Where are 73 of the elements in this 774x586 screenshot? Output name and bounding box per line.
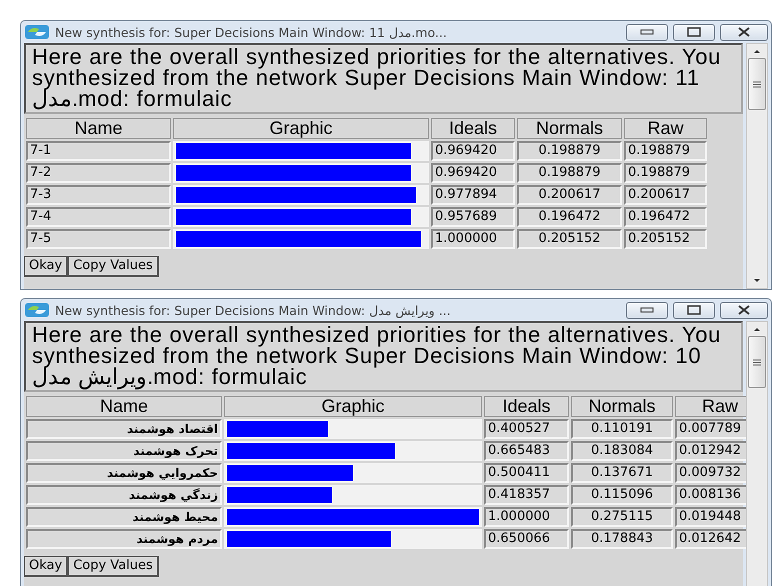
column-header: Name	[26, 396, 222, 417]
normals-cell: 0.205152	[517, 229, 622, 249]
scrollbar[interactable]	[746, 43, 768, 289]
ideals-cell: 0.969420	[431, 163, 515, 183]
message-text: Here are the overall synthesized priorities for the alternatives. You synthesized from the network Super Decisions Main Window: 11 مدل.mod: formulaic	[24, 43, 743, 114]
column-header: Normals	[571, 396, 673, 417]
raw-cell: 0.200617	[624, 185, 707, 205]
column-header: Name	[26, 118, 171, 139]
ideals-cell: 0.957689	[431, 207, 515, 227]
close-button[interactable]	[720, 302, 768, 318]
ideals-cell: 0.500411	[484, 463, 569, 483]
raw-cell: 0.205152	[624, 229, 707, 249]
maximize-icon	[687, 305, 701, 315]
minimize-icon	[640, 29, 654, 35]
close-icon	[737, 305, 751, 315]
raw-cell: 0.198879	[624, 163, 707, 183]
normals-cell: 0.275115	[571, 507, 673, 527]
normals-cell: 0.183084	[571, 441, 673, 461]
name-cell: مردم هوشمند	[26, 529, 222, 549]
column-header: Ideals	[484, 396, 569, 417]
name-cell: 7-5	[26, 229, 171, 249]
scrollbar[interactable]	[746, 321, 768, 586]
name-cell: محیط هوشمند	[26, 507, 222, 527]
name-cell: 7-2	[26, 163, 171, 183]
ideals-cell: 0.400527	[484, 419, 569, 439]
ideals-cell: 0.650066	[484, 529, 569, 549]
normals-cell: 0.137671	[571, 463, 673, 483]
normals-cell: 0.198879	[517, 163, 622, 183]
normals-cell: 0.196472	[517, 207, 622, 227]
normals-cell: 0.115096	[571, 485, 673, 505]
scroll-thumb[interactable]	[748, 58, 766, 110]
window-title: New synthesis for: Super Decisions Main Window: 11 مدل.mo...	[55, 24, 448, 40]
name-cell: حکمروايي هوشمند	[26, 463, 222, 483]
app-icon	[24, 302, 50, 318]
app-icon	[24, 24, 50, 40]
name-cell: 7-3	[26, 185, 171, 205]
maximize-button[interactable]	[673, 24, 715, 40]
name-cell: 7-1	[26, 141, 171, 161]
raw-cell: 0.198879	[624, 141, 707, 161]
close-button[interactable]	[720, 24, 768, 40]
name-cell: اقتصاد هوشمند	[26, 419, 222, 439]
name-cell: 7-4	[26, 207, 171, 227]
okay-button[interactable]: Okay	[24, 556, 68, 577]
maximize-icon	[687, 27, 701, 37]
column-header: Normals	[517, 118, 622, 139]
raw-cell: 0.196472	[624, 207, 707, 227]
ideals-cell: 0.665483	[484, 441, 569, 461]
normals-cell: 0.178843	[571, 529, 673, 549]
copy-values-button[interactable]: Copy Values	[68, 556, 159, 577]
normals-cell: 0.110191	[571, 419, 673, 439]
maximize-button[interactable]	[673, 302, 715, 318]
ideals-cell: 0.418357	[484, 485, 569, 505]
name-cell: زندگي هوشمند	[26, 485, 222, 505]
scroll-thumb[interactable]	[748, 336, 766, 388]
minimize-button[interactable]	[626, 302, 668, 318]
ideals-cell: 1.000000	[431, 229, 515, 249]
close-icon	[737, 27, 751, 37]
column-header: Graphic	[173, 118, 429, 139]
minimize-icon	[640, 307, 654, 313]
ideals-cell: 0.977894	[431, 185, 515, 205]
copy-values-button[interactable]: Copy Values	[68, 256, 159, 277]
name-cell: تحرک هوشمند	[26, 441, 222, 461]
normals-cell: 0.200617	[517, 185, 622, 205]
column-header: Ideals	[431, 118, 515, 139]
column-header: Raw	[624, 118, 707, 139]
okay-button[interactable]: Okay	[24, 256, 68, 277]
message-text: Here are the overall synthesized priorities for the alternatives. You synthesized from the network Super Decisions Main Window: 10 ویرایش مدل.mod: formulaic	[24, 321, 743, 392]
window-title: New synthesis for: Super Decisions Main Window: ویرایش مدل ...	[55, 302, 452, 318]
ideals-cell: 1.000000	[484, 507, 569, 527]
normals-cell: 0.198879	[517, 141, 622, 161]
minimize-button[interactable]	[626, 24, 668, 40]
ideals-cell: 0.969420	[431, 141, 515, 161]
column-header: Graphic	[224, 396, 482, 417]
